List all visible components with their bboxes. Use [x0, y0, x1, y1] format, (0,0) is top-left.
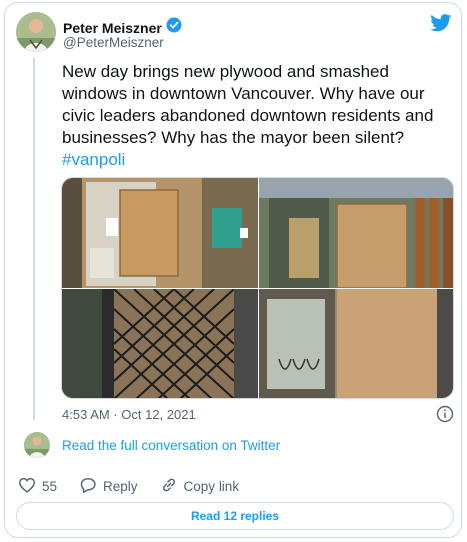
- verified-badge-icon: [166, 17, 182, 38]
- tweet-timestamp[interactable]: 4:53 AM · Oct 12, 2021: [62, 407, 196, 422]
- copy-link-button[interactable]: Copy link: [160, 476, 240, 497]
- info-icon[interactable]: [436, 405, 454, 428]
- author-name[interactable]: Peter Meiszner: [63, 20, 162, 36]
- photo-grid: [61, 177, 454, 399]
- photo-1[interactable]: [62, 178, 258, 288]
- copy-link-label: Copy link: [183, 479, 240, 494]
- tweet-body: New day brings new plywood and smashed w…: [62, 62, 434, 147]
- photo-4[interactable]: [259, 289, 453, 398]
- tweet-text: New day brings new plywood and smashed w…: [62, 61, 447, 171]
- conversation-avatar[interactable]: [24, 432, 50, 458]
- reply-label: Reply: [103, 479, 138, 494]
- heart-icon: [18, 477, 36, 496]
- twitter-bird-icon[interactable]: [430, 14, 452, 37]
- like-button[interactable]: 55: [18, 477, 57, 496]
- link-icon: [160, 476, 178, 497]
- hashtag-link[interactable]: #vanpoli: [62, 150, 125, 169]
- thread-line: [33, 58, 35, 420]
- photo-2[interactable]: [259, 178, 453, 288]
- tweet-actions: 55 Reply Copy link: [18, 476, 261, 497]
- photo-3[interactable]: [62, 289, 258, 398]
- author-handle[interactable]: @PeterMeiszner: [63, 35, 164, 50]
- reply-icon: [79, 477, 97, 496]
- read-conversation-link[interactable]: Read the full conversation on Twitter: [62, 438, 280, 453]
- author-avatar[interactable]: [16, 12, 56, 52]
- read-replies-button[interactable]: Read 12 replies: [16, 502, 454, 530]
- reply-button[interactable]: Reply: [79, 477, 138, 496]
- like-count: 55: [42, 479, 58, 494]
